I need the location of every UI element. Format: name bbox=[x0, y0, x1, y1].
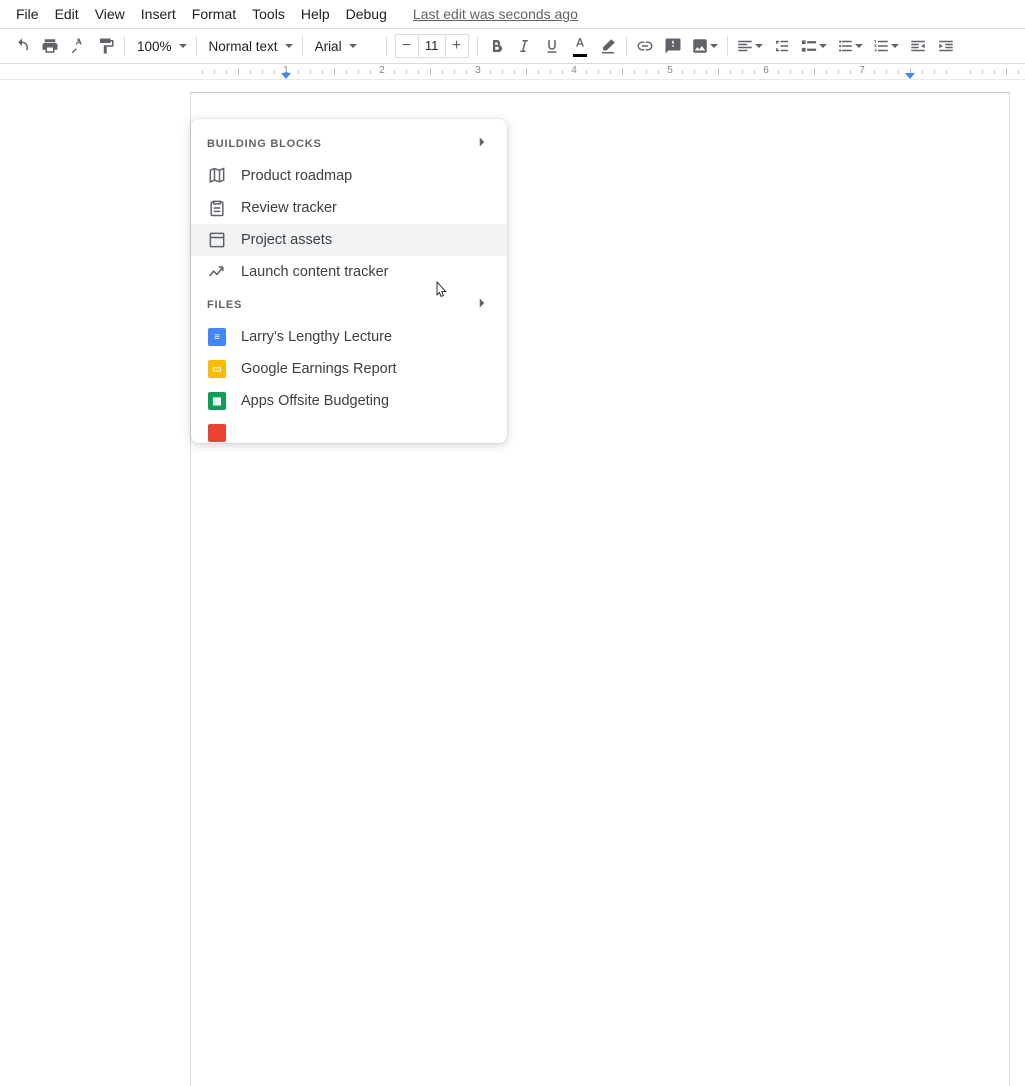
menu-debug[interactable]: Debug bbox=[338, 3, 395, 25]
numbered-list-button[interactable] bbox=[868, 32, 904, 60]
last-edit-link[interactable]: Last edit was seconds ago bbox=[413, 6, 578, 22]
align-button[interactable] bbox=[732, 32, 768, 60]
bulleted-list-button[interactable] bbox=[832, 32, 868, 60]
paint-format-button[interactable] bbox=[92, 32, 120, 60]
paragraph-style-combo[interactable]: Normal text bbox=[201, 32, 298, 60]
left-indent-marker[interactable] bbox=[281, 73, 291, 79]
font-size-value[interactable]: 11 bbox=[418, 35, 446, 57]
zoom-value: 100% bbox=[137, 39, 172, 54]
insert-comment-button[interactable] bbox=[659, 32, 687, 60]
text-color-button[interactable] bbox=[566, 32, 594, 60]
file-icon bbox=[207, 423, 227, 443]
page[interactable]: @Search menu BUILDING BLOCKS Product roa… bbox=[190, 92, 1010, 1086]
popup-item-label: Product roadmap bbox=[241, 168, 352, 184]
smart-chips-popup: BUILDING BLOCKS Product roadmap Review t… bbox=[191, 119, 507, 443]
trend-icon bbox=[207, 262, 227, 282]
font-size-group: − 11 + bbox=[395, 34, 469, 58]
map-icon bbox=[207, 166, 227, 186]
italic-button[interactable] bbox=[510, 32, 538, 60]
ruler-tick-label: 7 bbox=[859, 65, 865, 76]
ruler-tick-label: 6 bbox=[763, 65, 769, 76]
indent-increase-button[interactable] bbox=[932, 32, 960, 60]
popup-scroll[interactable]: BUILDING BLOCKS Product roadmap Review t… bbox=[191, 119, 507, 443]
print-button[interactable] bbox=[36, 32, 64, 60]
text-color-swatch bbox=[573, 54, 587, 57]
menu-file[interactable]: File bbox=[8, 3, 47, 25]
toolbar-separator bbox=[124, 36, 125, 56]
menubar: File Edit View Insert Format Tools Help … bbox=[0, 0, 1025, 28]
toolbar-separator bbox=[302, 36, 303, 56]
ruler-tick-label: 4 bbox=[571, 65, 577, 76]
right-indent-marker[interactable] bbox=[905, 73, 915, 79]
font-size-decrease-button[interactable]: − bbox=[396, 35, 418, 57]
section-title: FILES bbox=[207, 299, 242, 311]
toolbar: 100% Normal text Arial − 11 + bbox=[0, 28, 1025, 64]
font-size-increase-button[interactable]: + bbox=[446, 35, 468, 57]
insert-link-button[interactable] bbox=[631, 32, 659, 60]
sheets-icon: ▦ bbox=[207, 391, 227, 411]
font-combo[interactable]: Arial bbox=[307, 32, 382, 60]
toolbar-separator bbox=[196, 36, 197, 56]
menu-view[interactable]: View bbox=[87, 3, 133, 25]
toolbar-separator bbox=[626, 36, 627, 56]
popup-item-file-3[interactable]: ▦ Apps Offsite Budgeting bbox=[191, 385, 507, 417]
popup-item-file-2[interactable]: ▭ Google Earnings Report bbox=[191, 353, 507, 385]
toolbar-separator bbox=[477, 36, 478, 56]
line-spacing-button[interactable] bbox=[768, 32, 796, 60]
chevron-right-icon bbox=[473, 294, 491, 315]
menu-tools[interactable]: Tools bbox=[244, 3, 293, 25]
chevron-right-icon bbox=[473, 133, 491, 154]
clipboard-icon bbox=[207, 198, 227, 218]
slides-icon: ▭ bbox=[207, 359, 227, 379]
spellcheck-button[interactable] bbox=[64, 32, 92, 60]
docs-icon: ≡ bbox=[207, 327, 227, 347]
highlight-button[interactable] bbox=[594, 32, 622, 60]
undo-button[interactable] bbox=[8, 32, 36, 60]
panel-icon bbox=[207, 230, 227, 250]
caret-down-icon bbox=[754, 38, 764, 54]
popup-item-review-tracker[interactable]: Review tracker bbox=[191, 192, 507, 224]
section-title: BUILDING BLOCKS bbox=[207, 138, 322, 150]
toolbar-separator bbox=[727, 36, 728, 56]
popup-item-launch-content-tracker[interactable]: Launch content tracker bbox=[191, 256, 507, 288]
popup-item-label: Launch content tracker bbox=[241, 264, 389, 280]
popup-item-label: Review tracker bbox=[241, 200, 337, 216]
menu-help[interactable]: Help bbox=[293, 3, 338, 25]
caret-down-icon bbox=[178, 39, 188, 54]
caret-down-icon bbox=[854, 38, 864, 54]
popup-item-product-roadmap[interactable]: Product roadmap bbox=[191, 160, 507, 192]
caret-down-icon bbox=[284, 39, 294, 54]
ruler-tick-label: 2 bbox=[379, 65, 385, 76]
caret-down-icon bbox=[348, 39, 358, 54]
popup-item-label: Apps Offsite Budgeting bbox=[241, 393, 389, 409]
underline-button[interactable] bbox=[538, 32, 566, 60]
popup-section-header-building-blocks[interactable]: BUILDING BLOCKS bbox=[191, 127, 507, 160]
indent-decrease-button[interactable] bbox=[904, 32, 932, 60]
insert-image-button[interactable] bbox=[687, 32, 723, 60]
popup-item-project-assets[interactable]: Project assets bbox=[191, 224, 507, 256]
menu-format[interactable]: Format bbox=[184, 3, 244, 25]
page-content: @Search menu BUILDING BLOCKS Product roa… bbox=[191, 93, 1009, 209]
popup-item-file-1[interactable]: ≡ Larry's Lengthy Lecture bbox=[191, 321, 507, 353]
caret-down-icon bbox=[890, 38, 900, 54]
popup-item-label: Larry's Lengthy Lecture bbox=[241, 329, 392, 345]
zoom-combo[interactable]: 100% bbox=[129, 32, 192, 60]
toolbar-separator bbox=[386, 36, 387, 56]
caret-down-icon bbox=[709, 38, 719, 54]
popup-item-label: Project assets bbox=[241, 232, 332, 248]
ruler[interactable]: 1234567 bbox=[0, 64, 1025, 80]
popup-item-file-4[interactable] bbox=[191, 417, 507, 443]
document-canvas: @Search menu BUILDING BLOCKS Product roa… bbox=[0, 82, 1025, 543]
caret-down-icon bbox=[818, 38, 828, 54]
popup-item-label: Google Earnings Report bbox=[241, 361, 397, 377]
ruler-tick-label: 3 bbox=[475, 65, 481, 76]
checklist-button[interactable] bbox=[796, 32, 832, 60]
paragraph-style-value: Normal text bbox=[209, 39, 278, 54]
popup-section-header-files[interactable]: FILES bbox=[191, 288, 507, 321]
menu-insert[interactable]: Insert bbox=[133, 3, 184, 25]
font-value: Arial bbox=[315, 39, 342, 54]
bold-button[interactable] bbox=[482, 32, 510, 60]
menu-edit[interactable]: Edit bbox=[47, 3, 87, 25]
ruler-tick-label: 5 bbox=[667, 65, 673, 76]
